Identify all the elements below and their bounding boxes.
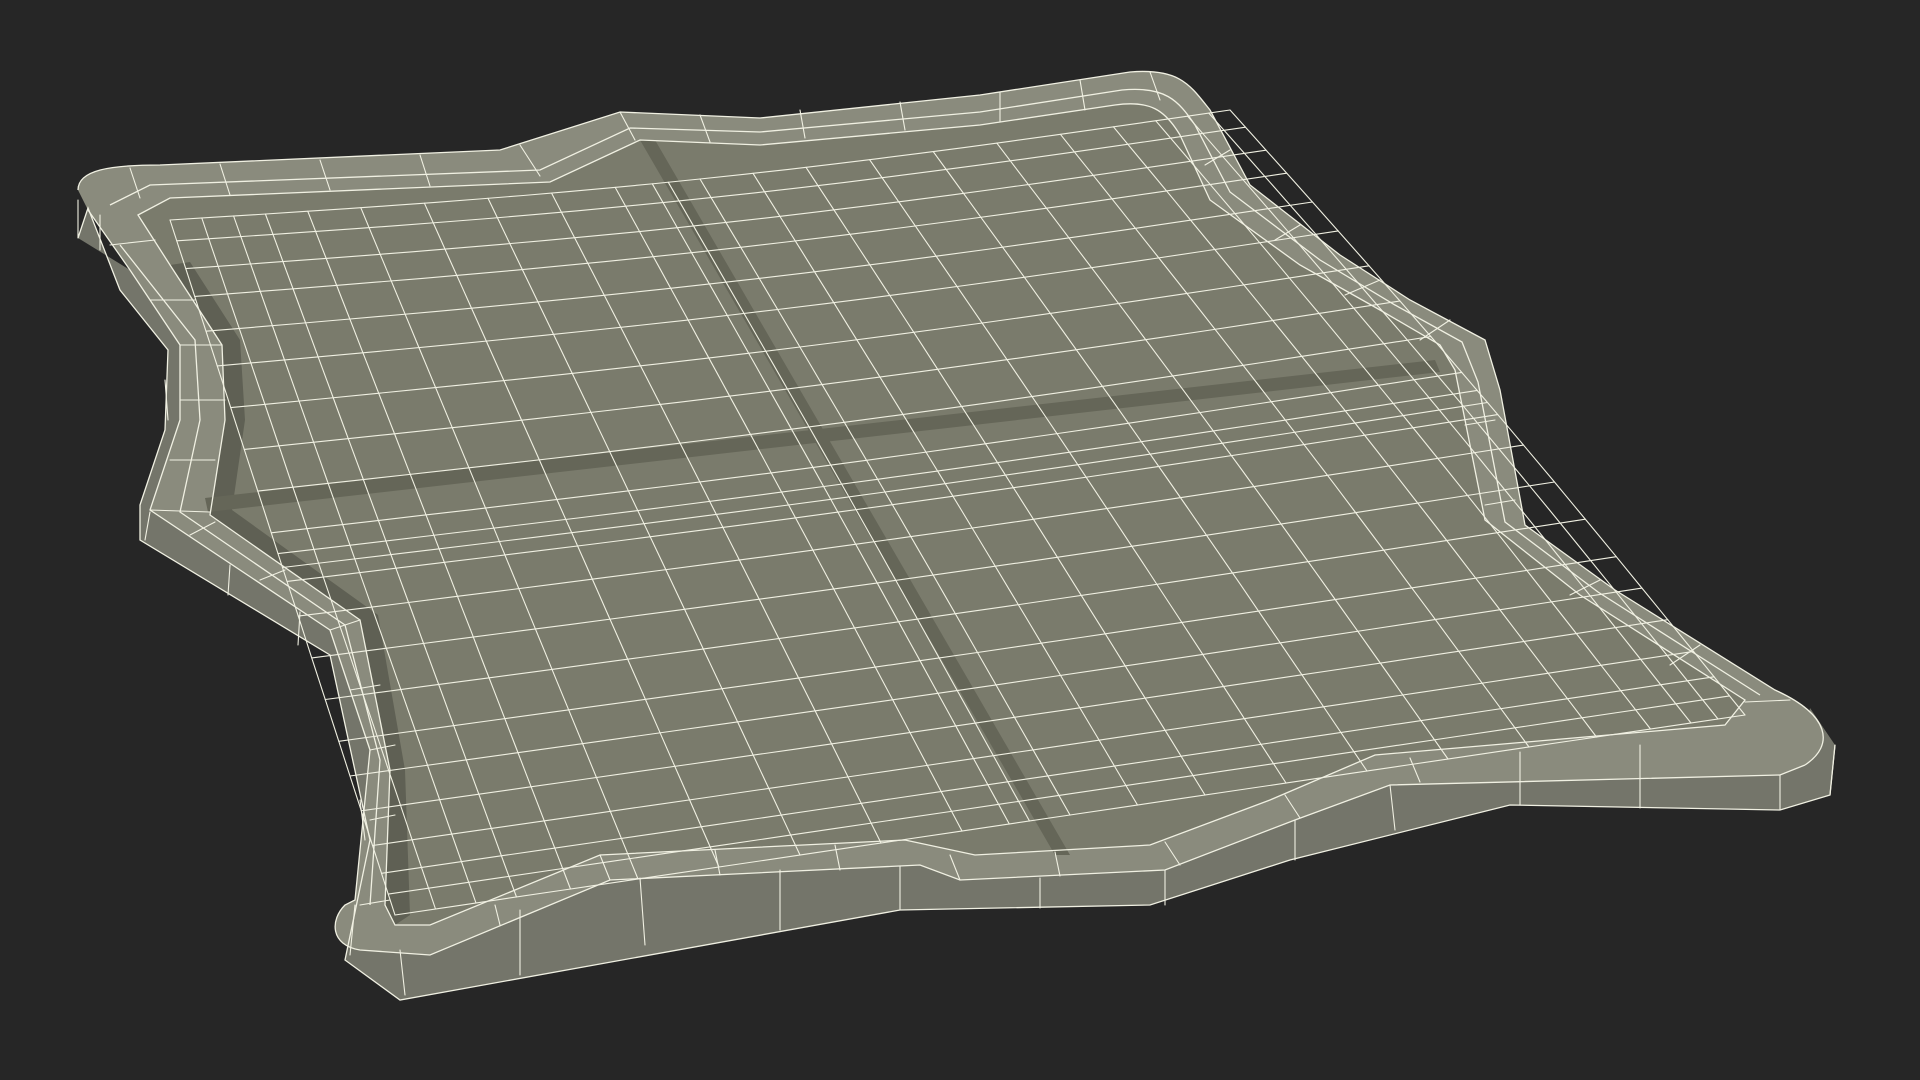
- mesh-render: [0, 0, 1920, 1080]
- viewport: [0, 0, 1920, 1080]
